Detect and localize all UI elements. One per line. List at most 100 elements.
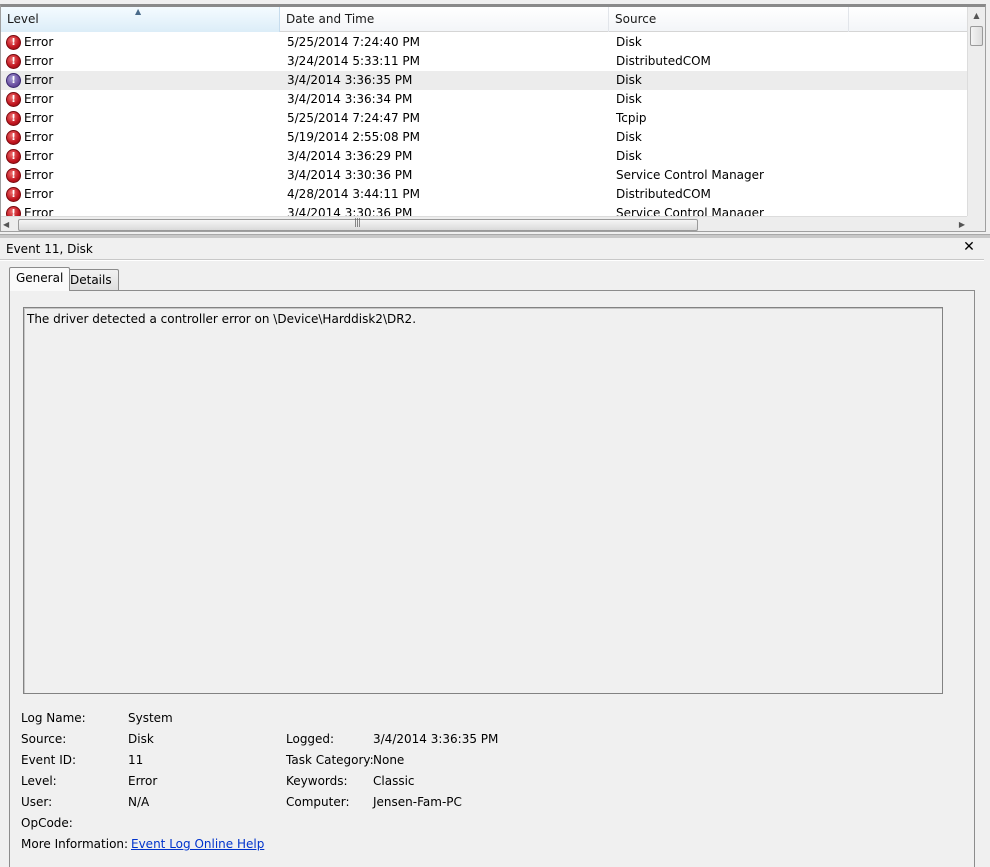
keywords-value: Classic <box>373 774 415 788</box>
computer-value: Jensen-Fam-PC <box>373 795 462 809</box>
error-icon: ! <box>6 168 21 183</box>
event-datetime-cell: 3/4/2014 3:30:36 PM <box>287 168 413 182</box>
event-row[interactable]: ! Error 3/4/2014 3:30:36 PM Service Control… <box>1 204 967 216</box>
event-datetime-cell: 3/4/2014 3:30:36 PM <box>287 206 413 216</box>
event-datetime-cell: 3/4/2014 3:36:34 PM <box>287 92 413 106</box>
event-level-cell: Error <box>24 73 54 87</box>
source-label: Source: <box>21 732 67 746</box>
error-icon: ! <box>6 130 21 145</box>
opcode-label: OpCode: <box>21 816 73 830</box>
level-value: Error <box>128 774 158 788</box>
column-header-date-time-label: Date and Time <box>286 12 375 26</box>
event-id-value: 11 <box>128 753 144 767</box>
event-source-cell: Disk <box>616 92 642 106</box>
event-level-cell: Error <box>24 54 54 68</box>
vertical-scroll-thumb[interactable] <box>970 26 983 46</box>
event-level-cell: Error <box>24 187 54 201</box>
column-header-source-label: Source <box>615 12 657 26</box>
event-list[interactable]: ▲ Level Date and Time Source ! Error 5/25/… <box>0 4 986 232</box>
error-icon: ! <box>6 187 21 202</box>
event-datetime-cell: 5/25/2014 7:24:40 PM <box>287 35 421 49</box>
error-icon: ! <box>6 92 21 107</box>
scrollbar-corner <box>967 216 985 231</box>
event-source-cell: Tcpip <box>616 111 647 125</box>
event-level-cell: Error <box>24 111 54 125</box>
column-header-date-time[interactable]: Date and Time <box>280 7 609 32</box>
horizontal-scrollbar[interactable]: ◀ ||| ▶ <box>1 216 967 231</box>
event-log-online-help-link[interactable]: Event Log Online Help <box>131 836 264 852</box>
user-value: N/A <box>128 795 150 809</box>
event-row[interactable]: ! Error 3/24/2014 5:33:11 PM DistributedCOM <box>1 52 967 71</box>
event-source-cell: Service Control Manager <box>616 168 764 182</box>
column-header-level[interactable]: ▲ Level <box>1 7 280 32</box>
event-datetime-cell: 4/28/2014 3:44:11 PM <box>287 187 421 201</box>
event-description-text: The driver detected a controller error o… <box>27 312 417 326</box>
scroll-grip-icon: ||| <box>354 218 361 228</box>
keywords-label: Keywords: <box>286 774 348 788</box>
event-source-cell: DistributedCOM <box>616 187 711 201</box>
event-source-cell: DistributedCOM <box>616 54 711 68</box>
scroll-left-arrow-icon[interactable]: ◀ <box>3 217 17 231</box>
event-viewer-window: ▲ Level Date and Time Source ! Error 5/25/… <box>0 0 990 867</box>
log-name-label: Log Name: <box>21 711 86 725</box>
column-header-level-label: Level <box>7 12 39 26</box>
tab-general[interactable]: General <box>9 267 71 291</box>
event-level-cell: Error <box>24 206 54 216</box>
event-source-cell: Disk <box>616 35 642 49</box>
event-level-cell: Error <box>24 35 54 49</box>
event-source-cell: Disk <box>616 73 642 87</box>
event-row[interactable]: ! Error 5/25/2014 7:24:40 PM Disk <box>1 33 967 52</box>
general-tab-panel: The driver detected a controller error o… <box>9 290 975 867</box>
detail-pane-title: Event 11, Disk <box>6 242 93 256</box>
error-icon: ! <box>6 54 21 69</box>
event-row[interactable]: ! Error 5/25/2014 7:24:47 PM Tcpip <box>1 109 967 128</box>
event-row[interactable]: ! Error 4/28/2014 3:44:11 PM DistributedCOM <box>1 185 967 204</box>
source-value: Disk <box>128 732 154 746</box>
task-category-label: Task Category: <box>286 753 374 767</box>
task-category-value: None <box>373 753 405 767</box>
event-id-label: Event ID: <box>21 753 77 767</box>
event-datetime-cell: 3/24/2014 5:33:11 PM <box>287 54 421 68</box>
event-level-cell: Error <box>24 130 54 144</box>
more-information-label: More Information: <box>21 837 129 851</box>
error-icon: ! <box>6 111 21 126</box>
tab-details[interactable]: Details <box>63 269 119 291</box>
event-level-cell: Error <box>24 168 54 182</box>
level-label: Level: <box>21 774 57 788</box>
scroll-up-arrow-icon[interactable]: ▲ <box>968 7 985 24</box>
horizontal-scroll-thumb[interactable]: ||| <box>18 218 698 231</box>
event-rows: ! Error 5/25/2014 7:24:40 PM Disk! Error 3/24… <box>1 33 967 216</box>
event-list-header: ▲ Level Date and Time Source <box>1 7 967 32</box>
event-datetime-cell: 5/25/2014 7:24:47 PM <box>287 111 421 125</box>
error-icon: ! <box>6 35 21 50</box>
error-icon: ! <box>6 73 21 88</box>
user-label: User: <box>21 795 53 809</box>
detail-separator <box>0 259 984 261</box>
column-header-empty <box>849 7 967 32</box>
event-datetime-cell: 3/4/2014 3:36:35 PM <box>287 73 413 87</box>
event-row[interactable]: ! Error 3/4/2014 3:36:29 PM Disk <box>1 147 967 166</box>
event-row[interactable]: ! Error 3/4/2014 3:36:34 PM Disk <box>1 90 967 109</box>
error-icon: ! <box>6 206 21 216</box>
close-icon[interactable]: ✕ <box>962 239 976 255</box>
pane-splitter[interactable] <box>0 234 990 238</box>
event-description-box[interactable]: The driver detected a controller error o… <box>23 307 943 694</box>
event-source-cell: Service Control Manager <box>616 206 764 216</box>
event-row[interactable]: ! Error 3/4/2014 3:36:35 PM Disk <box>1 71 967 90</box>
sort-ascending-icon: ▲ <box>135 7 142 16</box>
logged-label: Logged: <box>286 732 335 746</box>
error-icon: ! <box>6 149 21 164</box>
event-row[interactable]: ! Error 5/19/2014 2:55:08 PM Disk <box>1 128 967 147</box>
column-header-source[interactable]: Source <box>609 7 849 32</box>
logged-value: 3/4/2014 3:36:35 PM <box>373 732 499 746</box>
event-row[interactable]: ! Error 3/4/2014 3:30:36 PM Service Control… <box>1 166 967 185</box>
event-datetime-cell: 5/19/2014 2:55:08 PM <box>287 130 421 144</box>
vertical-scrollbar[interactable]: ▲ <box>967 7 985 216</box>
event-level-cell: Error <box>24 92 54 106</box>
scroll-right-arrow-icon[interactable]: ▶ <box>951 217 965 231</box>
event-datetime-cell: 3/4/2014 3:36:29 PM <box>287 149 413 163</box>
computer-label: Computer: <box>286 795 350 809</box>
event-source-cell: Disk <box>616 149 642 163</box>
log-name-value: System <box>128 711 173 725</box>
event-source-cell: Disk <box>616 130 642 144</box>
